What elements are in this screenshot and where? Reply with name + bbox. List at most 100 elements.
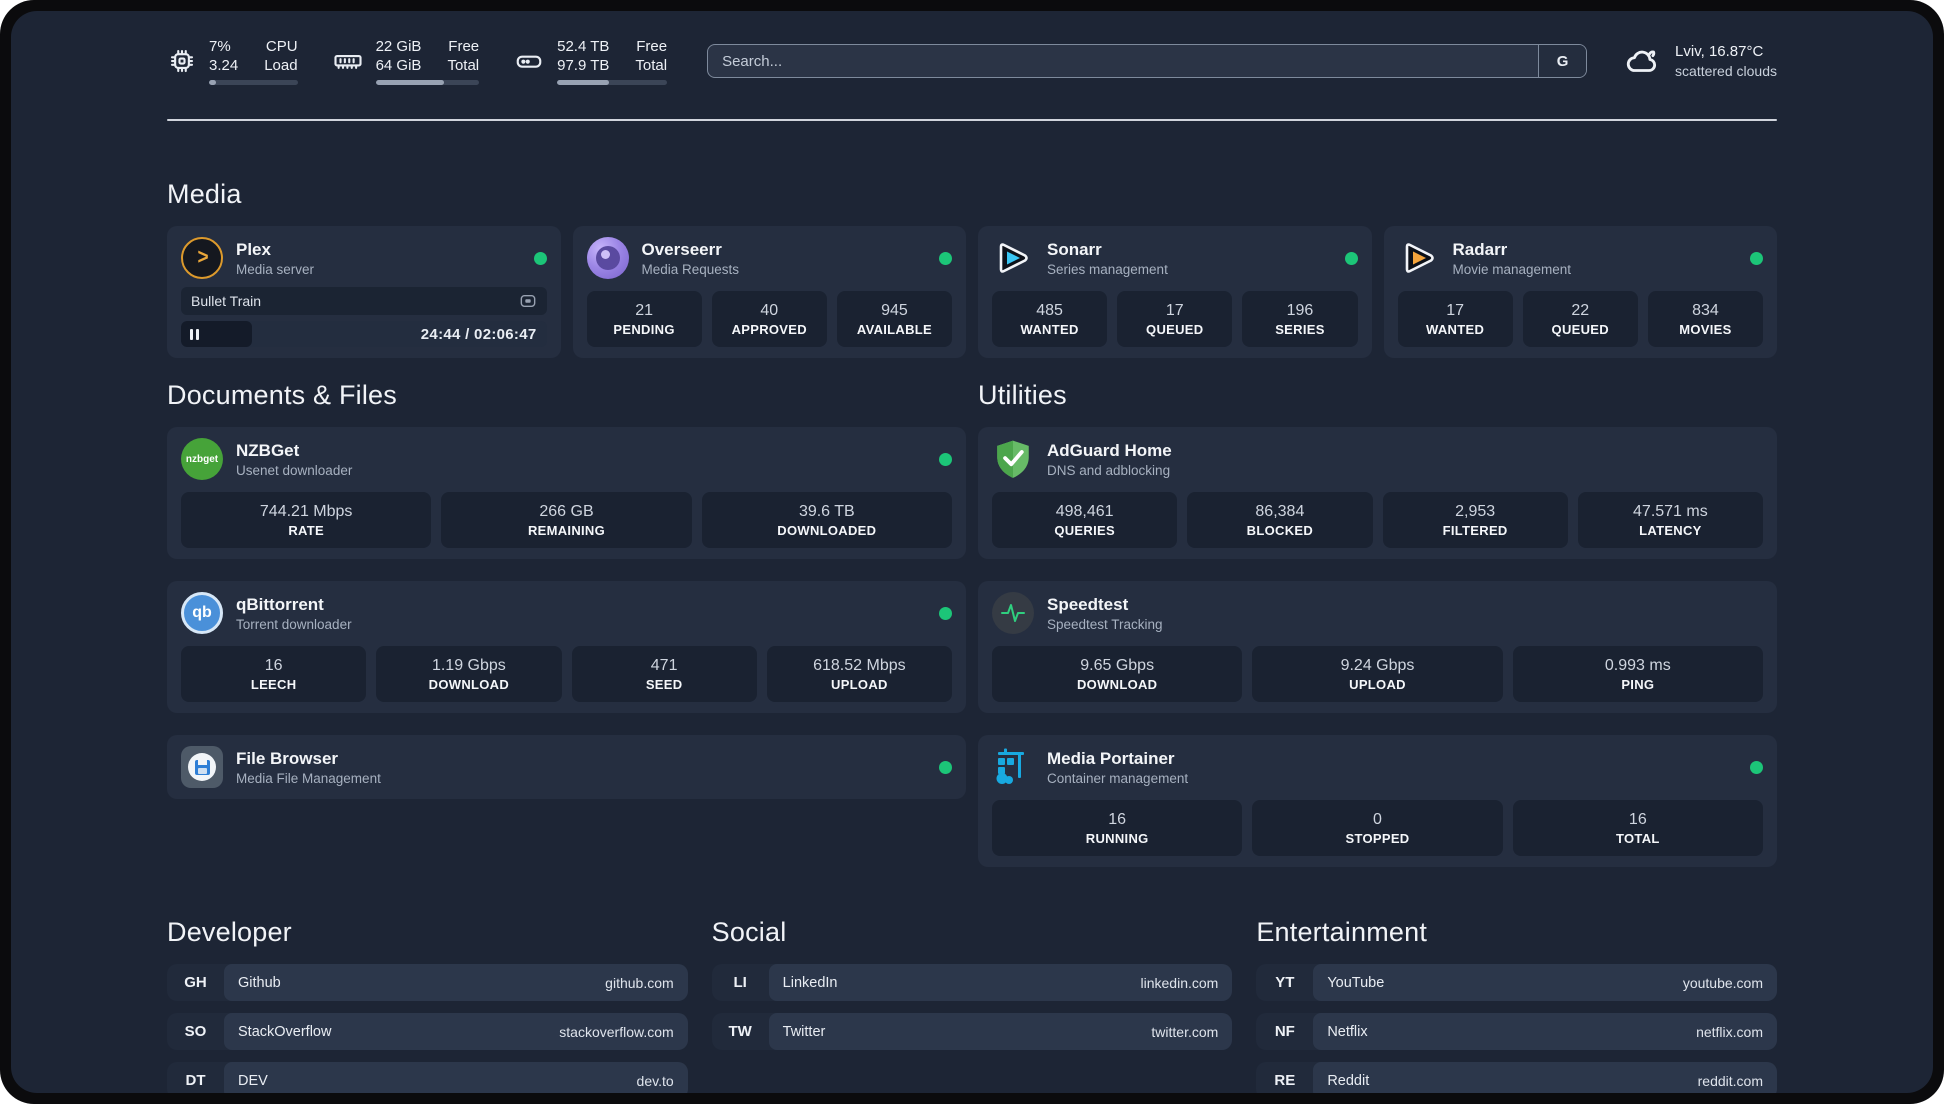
- bookmark-twitter[interactable]: TW Twitter twitter.com: [711, 1013, 1233, 1050]
- social-section-title: Social: [711, 917, 787, 947]
- app-subtitle: Speedtest Tracking: [1047, 616, 1163, 632]
- stat-box: 16 LEECH: [181, 646, 367, 702]
- app-subtitle: Series management: [1047, 261, 1168, 277]
- app-card-speedtest[interactable]: Speedtest Speedtest Tracking 9.65 Gbps DO…: [978, 581, 1777, 713]
- app-title: Radarr: [1452, 239, 1508, 259]
- disk-label-bottom: Total: [635, 57, 668, 74]
- bookmark-abbr: SO: [184, 1023, 207, 1040]
- bookmark-abbr: TW: [728, 1023, 752, 1040]
- stat-box: 22 QUEUED: [1522, 291, 1638, 347]
- app-subtitle: Container management: [1047, 770, 1189, 786]
- now-playing-title: Bullet Train: [191, 293, 262, 309]
- bookmark-abbr: RE: [1274, 1072, 1296, 1089]
- status-dot: [533, 251, 547, 265]
- bookmark-youtube[interactable]: YT YouTube youtube.com: [1256, 964, 1777, 1001]
- radarr-icon: [1398, 237, 1440, 279]
- weather-widget: Lviv, 16.87°C scattered clouds: [1621, 42, 1777, 80]
- app-card-nzbget[interactable]: nzbget NZBGet Usenet downloader 744.21 M…: [167, 427, 966, 559]
- status-dot: [1344, 251, 1358, 265]
- app-card-portainer[interactable]: Media Portainer Container management 16 R…: [978, 735, 1777, 867]
- entertainment-section-title: Entertainment: [1256, 917, 1428, 947]
- app-title: File Browser: [236, 748, 339, 768]
- ram-value-top: 22 GiB: [375, 38, 422, 55]
- weather-condition: scattered clouds: [1675, 63, 1777, 79]
- stat-box: 498,461 QUERIES: [992, 492, 1178, 548]
- portainer-icon: [992, 746, 1034, 788]
- search-engine-button[interactable]: G: [1538, 45, 1587, 77]
- stat-box: 47.571 ms LATENCY: [1577, 492, 1763, 548]
- bookmark-name: LinkedIn: [782, 974, 838, 991]
- stat-box: 945 AVAILABLE: [836, 291, 953, 347]
- bookmark-abbr: LI: [733, 974, 747, 991]
- cloud-icon: [1621, 42, 1663, 80]
- documents-section-title: Documents & Files: [167, 380, 397, 410]
- bookmark-dev[interactable]: DT DEV dev.to: [167, 1062, 688, 1093]
- sonarr-icon: [992, 237, 1034, 279]
- stat-box: 16 TOTAL: [1512, 800, 1763, 856]
- cpu-label-top: CPU: [265, 38, 298, 55]
- weather-location-temp: Lviv, 16.87°C: [1675, 43, 1764, 60]
- stat-box: 9.24 Gbps UPLOAD: [1252, 646, 1503, 702]
- status-dot: [1750, 251, 1763, 265]
- disk-value-top: 52.4 TB: [557, 38, 610, 55]
- adguard-icon: [992, 438, 1034, 480]
- disk-stat: 52.4 TB 97.9 TB Free Total: [513, 37, 668, 85]
- bookmark-github[interactable]: GH Github github.com: [167, 964, 688, 1001]
- stat-box: 196 SERIES: [1242, 291, 1358, 347]
- section-utilities: Utilities AdGuard Home DNS and adblockin…: [978, 380, 1777, 867]
- ram-progress-bar: [375, 80, 480, 85]
- bookmark-reddit[interactable]: RE Reddit reddit.com: [1256, 1062, 1777, 1093]
- bookmark-name: StackOverflow: [238, 1023, 332, 1040]
- app-title: Overseerr: [641, 239, 722, 259]
- plex-icon: >: [181, 237, 223, 279]
- app-card-filebrowser[interactable]: File Browser Media File Management: [167, 735, 966, 799]
- stat-box: 834 MOVIES: [1647, 291, 1764, 347]
- cpu-label-bottom: Load: [264, 57, 298, 74]
- utilities-section-title: Utilities: [978, 380, 1067, 410]
- status-dot: [939, 606, 952, 620]
- stat-box: 485 WANTED: [992, 291, 1108, 347]
- app-card-qbittorrent[interactable]: qb qBittorrent Torrent downloader 16 LEEC…: [167, 581, 966, 713]
- stat-box: 9.65 Gbps DOWNLOAD: [992, 646, 1243, 702]
- bookmark-name: DEV: [238, 1072, 268, 1089]
- section-documents: Documents & Files nzbget NZBGet Usenet d…: [167, 380, 966, 799]
- app-subtitle: Media File Management: [236, 770, 381, 786]
- bookmark-name: Twitter: [782, 1023, 826, 1040]
- playback-progress-bar: 24:44 / 02:06:47: [181, 321, 547, 347]
- stat-box: 0.993 ms PING: [1512, 646, 1763, 702]
- app-subtitle: Torrent downloader: [236, 616, 352, 632]
- cpu-icon: [167, 46, 197, 76]
- bookmark-abbr: NF: [1274, 1023, 1295, 1040]
- ram-label-top: Free: [448, 38, 480, 55]
- bookmark-stackoverflow[interactable]: SO StackOverflow stackoverflow.com: [167, 1013, 688, 1050]
- bookmark-netflix[interactable]: NF Netflix netflix.com: [1256, 1013, 1777, 1050]
- app-card-overseerr[interactable]: Overseerr Media Requests 21 PENDING 40 APP…: [572, 226, 966, 358]
- playback-progress-fill: [181, 321, 253, 347]
- cast-icon[interactable]: [519, 293, 537, 309]
- ram-value-bottom: 64 GiB: [375, 57, 422, 74]
- stat-box: 1.19 Gbps DOWNLOAD: [376, 646, 562, 702]
- app-card-adguard[interactable]: AdGuard Home DNS and adblocking 498,461 Q…: [978, 427, 1777, 559]
- pause-icon: [190, 328, 199, 340]
- app-card-radarr[interactable]: Radarr Movie management 17 WANTED 22 QUEUE…: [1383, 226, 1777, 358]
- app-subtitle: Movie management: [1452, 261, 1572, 277]
- disk-icon: [513, 46, 545, 76]
- section-developer: Developer GH Github github.com SO StackOv…: [167, 917, 688, 1093]
- device-frame: 7% 3.24 CPU Load 22 GiB 64 GiB Free Tota…: [0, 0, 1944, 1104]
- ram-label-bottom: Total: [447, 57, 480, 74]
- app-card-sonarr[interactable]: Sonarr Series management 485 WANTED 17 QUE…: [978, 226, 1372, 358]
- app-subtitle: DNS and adblocking: [1047, 462, 1171, 478]
- cpu-value-bottom: 3.24: [209, 57, 239, 74]
- stat-box: 0 STOPPED: [1252, 800, 1503, 856]
- system-stats-widget: 7% 3.24 CPU Load 22 GiB 64 GiB Free Tota…: [167, 37, 668, 85]
- cpu-progress-bar: [209, 80, 298, 85]
- bookmark-linkedin[interactable]: LI LinkedIn linkedin.com: [711, 964, 1233, 1001]
- bookmark-url: reddit.com: [1697, 1072, 1763, 1089]
- app-title: NZBGet: [236, 440, 300, 460]
- dashboard-background: 7% 3.24 CPU Load 22 GiB 64 GiB Free Tota…: [11, 11, 1933, 1093]
- app-card-plex[interactable]: > Plex Media server Bullet Train 24:44 /…: [167, 226, 561, 358]
- search-input[interactable]: [708, 45, 1539, 77]
- stat-box: 39.6 TB DOWNLOADED: [701, 492, 952, 548]
- status-dot: [939, 760, 952, 774]
- search-bar: G: [707, 44, 1588, 78]
